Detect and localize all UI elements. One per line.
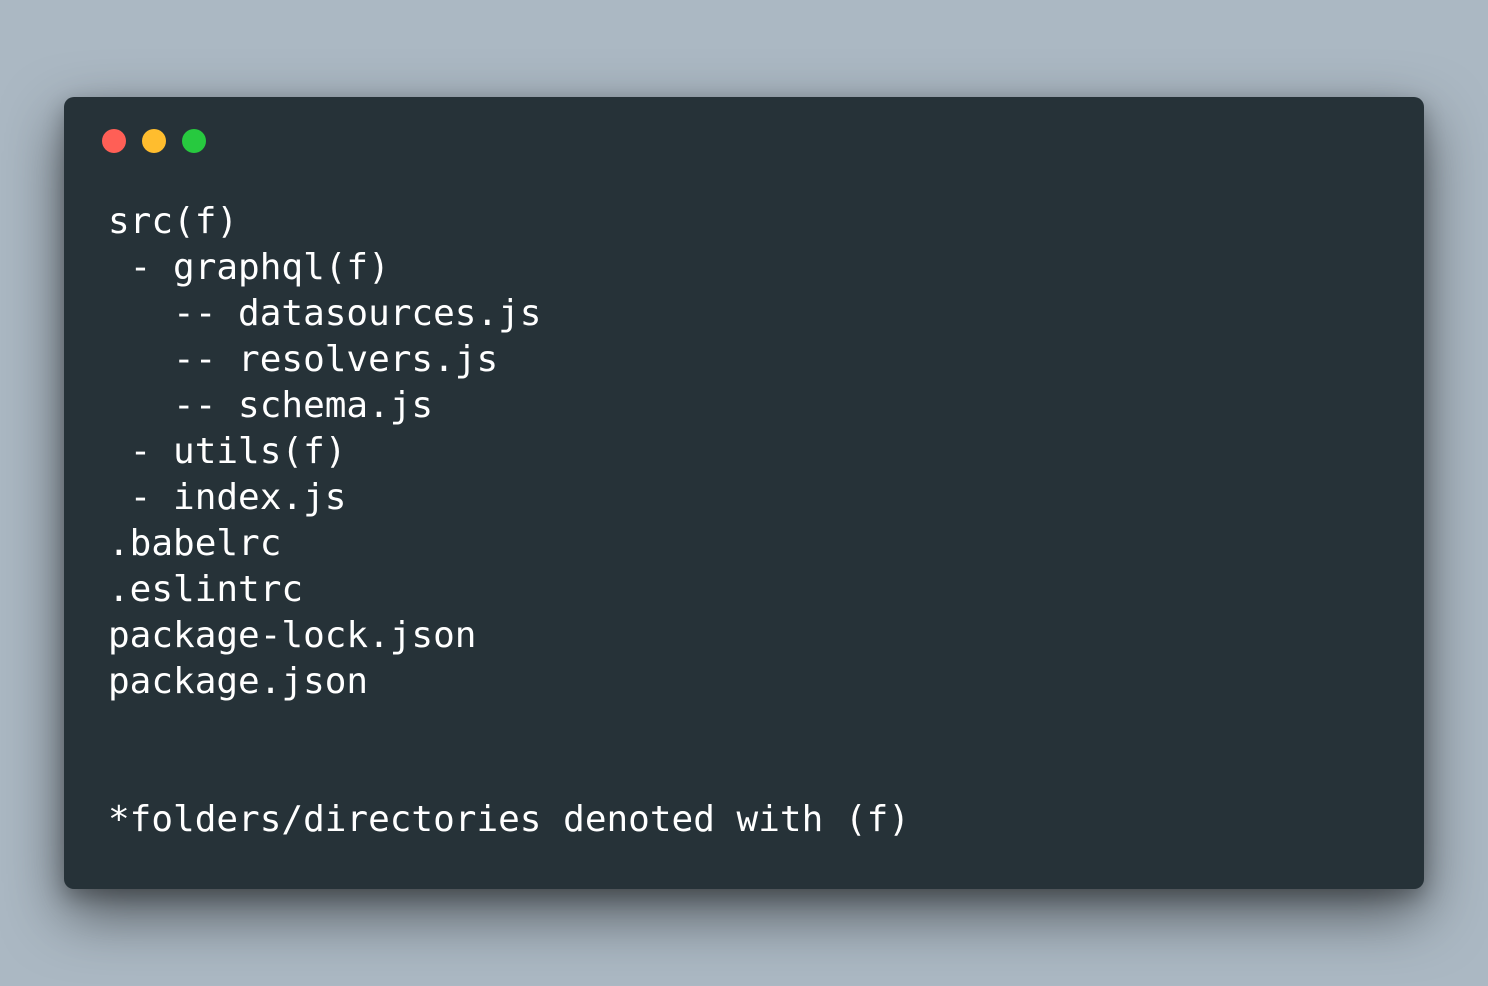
code-line: .babelrc <box>108 523 282 564</box>
code-block: src(f) - graphql(f) -- datasources.js --… <box>108 199 910 843</box>
code-window: src(f) - graphql(f) -- datasources.js --… <box>64 97 1424 889</box>
code-line: package-lock.json <box>108 615 477 656</box>
maximize-dot-icon[interactable] <box>182 129 206 153</box>
code-line: package.json <box>108 661 369 702</box>
code-line: -- datasources.js <box>108 293 542 334</box>
code-line: - utils(f) <box>108 431 347 472</box>
code-line: - graphql(f) <box>108 247 390 288</box>
code-line: .eslintrc <box>108 569 304 610</box>
code-line: -- resolvers.js <box>108 339 499 380</box>
code-line: -- schema.js <box>108 385 434 426</box>
code-line: - index.js <box>108 477 347 518</box>
close-dot-icon[interactable] <box>102 129 126 153</box>
footnote: *folders/directories denoted with (f) <box>108 799 910 840</box>
code-line: src(f) <box>108 201 239 242</box>
minimize-dot-icon[interactable] <box>142 129 166 153</box>
